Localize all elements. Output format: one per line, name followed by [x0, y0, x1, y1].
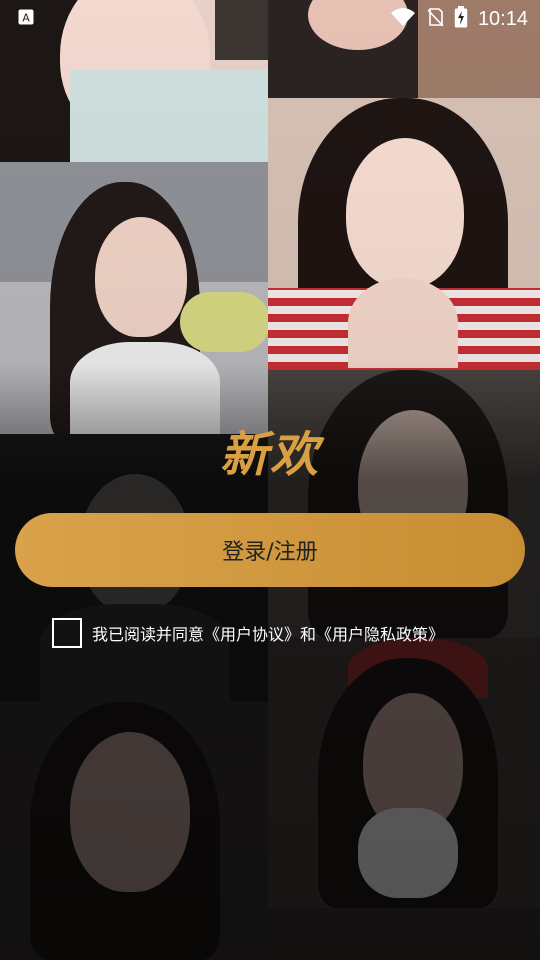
agreement-checkbox[interactable]	[52, 618, 82, 648]
battery-charging-icon	[454, 6, 468, 32]
agreement-row: 我已阅读并同意《用户协议》和《用户隐私政策》	[52, 618, 444, 648]
wifi-icon	[390, 7, 416, 31]
no-sim-icon	[426, 7, 444, 31]
svg-text:A: A	[22, 12, 30, 25]
agreement-text[interactable]: 我已阅读并同意《用户协议》和《用户隐私政策》	[92, 621, 444, 645]
notification-a-icon: A	[18, 9, 34, 29]
status-time: 10:14	[477, 7, 528, 30]
login-register-button[interactable]: 登录/注册	[15, 513, 525, 587]
app-logo: 新欢	[219, 427, 320, 483]
status-bar: A 10:14	[0, 0, 540, 36]
